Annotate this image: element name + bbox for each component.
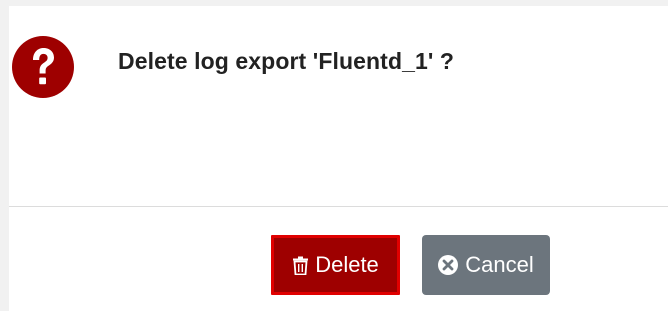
cancel-button-label: Cancel — [465, 252, 534, 277]
cancel-button[interactable]: Cancel — [422, 235, 550, 295]
dialog-divider — [9, 206, 668, 207]
question-circle-icon — [12, 36, 74, 98]
delete-button[interactable]: Delete — [271, 235, 400, 295]
trash-icon — [293, 256, 309, 275]
confirm-delete-dialog: Delete log export 'Fluentd_1' ? Delete C… — [9, 6, 668, 311]
dialog-message: Delete log export 'Fluentd_1' ? — [118, 48, 455, 74]
delete-button-label: Delete — [315, 252, 379, 277]
close-circle-icon — [438, 255, 459, 275]
